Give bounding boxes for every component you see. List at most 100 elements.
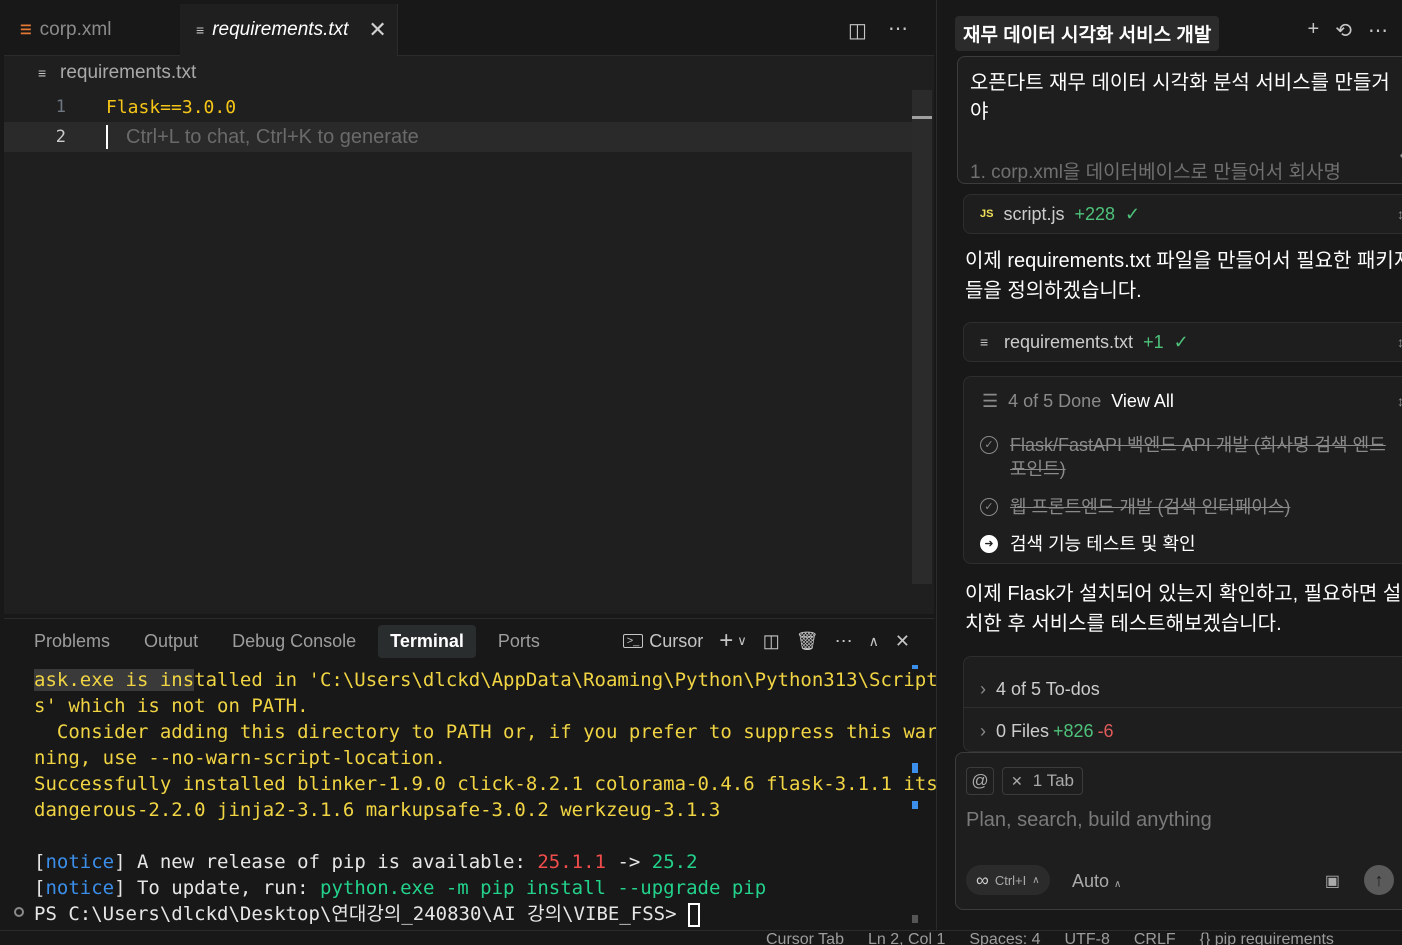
file-name: script.js (1003, 203, 1065, 224)
terminal-profile-label: Cursor (649, 630, 704, 651)
line-number: 1 (55, 97, 66, 117)
terminal-profile[interactable]: >_ Cursor (622, 630, 704, 652)
todo-header: ☰ 4 of 5 Done View All (982, 391, 1174, 412)
file-edit-card[interactable]: JS script.js +228 ✓ ↕ (963, 194, 1402, 234)
pip-old-version: 25.1.1 (537, 851, 606, 873)
agent-mode-select[interactable]: ∞ Ctrl+I ∧ (966, 865, 1050, 895)
tab-ports[interactable]: Ports (486, 625, 552, 658)
summary-card: › 4 of 5 To-dos › 0 Files +826 -6 (963, 656, 1402, 752)
notice-tag: notice (45, 851, 115, 873)
todo-item-current: ➜ 검색 기능 테스트 및 확인 (980, 532, 1400, 556)
lines-icon: ≡ (196, 22, 205, 38)
expand-icon[interactable]: ↕ (1397, 206, 1402, 222)
breadcrumb[interactable]: ≡ requirements.txt (38, 62, 196, 84)
code-line[interactable]: 1 Flask==3.0.0 (4, 92, 914, 122)
chevron-right-icon: › (980, 679, 986, 699)
check-icon: ✓ (1173, 331, 1189, 352)
close-panel-icon[interactable]: ✕ (895, 631, 910, 652)
image-icon[interactable]: ▣ (1325, 871, 1340, 891)
editor-pane: ☰ corp.xml ≡ requirements.txt ✕ ◫ ⋯ ≡ re… (4, 4, 934, 614)
chevron-up-icon: ∧ (1114, 879, 1122, 890)
status-cursor-tab[interactable]: Cursor Tab (766, 931, 844, 945)
model-select[interactable]: Auto ∧ (1072, 871, 1121, 892)
terminal-icon: >_ (622, 634, 644, 648)
split-terminal-icon[interactable]: ◫ (763, 631, 780, 652)
expand-icon[interactable]: ↕ (1397, 393, 1402, 409)
file-name: requirements.txt (1004, 331, 1134, 352)
chat-title[interactable]: 재무 데이터 시각화 서비스 개발 (955, 16, 1220, 51)
chevron-down-icon[interactable]: ∨ (737, 633, 747, 649)
status-eol[interactable]: CRLF (1134, 931, 1176, 945)
tab-label: requirements.txt (212, 19, 349, 40)
code-area[interactable]: 1 Flask==3.0.0 2 Ctrl+L to chat, Ctrl+K … (4, 92, 914, 152)
todos-summary: 4 of 5 To-dos (996, 679, 1100, 699)
checklist-icon: ☰ (982, 391, 999, 411)
more-actions-icon[interactable]: ⋯ (888, 16, 908, 41)
user-message[interactable]: 오픈다트 재무 데이터 시각화 분석 서비스를 만들거야 1. corp.xml… (957, 56, 1402, 184)
tab-debug-console[interactable]: Debug Console (220, 625, 368, 658)
status-position[interactable]: Ln 2, Col 1 (868, 931, 945, 945)
terminal-cursor (687, 902, 700, 927)
rss-icon: ☰ (20, 22, 32, 37)
panel-toolbar: >_ Cursor + ∨ ◫ 🗑 ⋯ ∧ ✕ (622, 627, 910, 655)
close-icon[interactable]: ✕ (368, 17, 386, 43)
chevron-right-icon: › (980, 721, 986, 741)
todo-progress: 4 of 5 Done (1008, 391, 1102, 411)
split-editor-icon[interactable]: ◫ (848, 18, 867, 43)
check-circle-icon: ✓ (980, 436, 998, 454)
maximize-panel-icon[interactable]: ∧ (869, 633, 879, 650)
panel-tabs: Problems Output Debug Console Terminal P… (22, 625, 552, 658)
status-encoding[interactable]: UTF-8 (1065, 931, 1110, 945)
chat-input[interactable]: Plan, search, build anything (966, 809, 1212, 832)
tab-output[interactable]: Output (132, 625, 210, 658)
bottom-panel: Problems Output Debug Console Terminal P… (4, 618, 938, 945)
editor-scrollbar[interactable] (912, 90, 932, 584)
tab-requirements-txt[interactable]: ≡ requirements.txt ✕ (180, 4, 398, 56)
todo-item: ✓ Flask/FastAPI 백엔드 API 개발 (회사명 검색 엔드포인트… (980, 433, 1400, 481)
code-line-current[interactable]: 2 Ctrl+L to chat, Ctrl+K to generate (4, 122, 914, 152)
code-text[interactable]: Flask==3.0.0 (76, 97, 236, 118)
lines-icon: ≡ (980, 334, 989, 350)
add-context-button[interactable]: @ (966, 767, 994, 795)
files-summary-row[interactable]: › 0 Files +826 -6 (980, 721, 1114, 742)
assistant-message: 이제 requirements.txt 파일을 만들어서 필요한 패키지들을 정… (965, 250, 1402, 302)
status-language[interactable]: {} pip requirements (1200, 931, 1334, 945)
close-icon[interactable]: ✕ (1011, 773, 1023, 790)
diff-removed: -6 (1097, 721, 1114, 741)
more-actions-icon[interactable]: ⋯ (835, 631, 853, 652)
tab-terminal[interactable]: Terminal (378, 625, 476, 658)
diff-added: +826 (1053, 721, 1094, 741)
files-summary: 0 Files (996, 721, 1050, 741)
tab-problems[interactable]: Problems (22, 625, 122, 658)
history-icon[interactable]: ⟲ (1335, 18, 1352, 43)
new-chat-icon[interactable]: + (1308, 18, 1320, 43)
todo-text: 웹 프론트엔드 개발 (검색 인터페이스) (1010, 497, 1291, 517)
scrollbar-cursor-mark (912, 116, 932, 119)
scroll-marker (912, 763, 918, 773)
trash-icon[interactable]: 🗑 (796, 631, 819, 652)
new-terminal-icon[interactable]: + (719, 627, 733, 655)
context-chip-tab[interactable]: ✕ 1 Tab (1002, 767, 1084, 795)
model-label: Auto (1072, 871, 1110, 891)
send-button[interactable]: ↑ (1364, 865, 1394, 895)
terminal-line: talled in 'C:\Users\dlckd\AppData\Roamin… (194, 669, 938, 691)
file-edit-card[interactable]: ≡ requirements.txt +1 ✓ ↕ (963, 322, 1402, 362)
tab-label: corp.xml (39, 19, 112, 40)
breadcrumb-file[interactable]: requirements.txt (60, 62, 196, 84)
chat-composer[interactable]: @ ✕ 1 Tab Plan, search, build anything ∞… (955, 752, 1402, 910)
javascript-icon: JS (980, 208, 994, 220)
chevron-up-icon: ∧ (1032, 874, 1040, 886)
mode-shortcut: Ctrl+I (994, 872, 1027, 888)
user-message-text: 오픈다트 재무 데이터 시각화 분석 서비스를 만들거야 (970, 72, 1390, 123)
terminal-line: Successfully installed blinker-1.9.0 cli… (34, 773, 938, 795)
status-indentation[interactable]: Spaces: 4 (969, 931, 1040, 945)
line-number: 2 (55, 127, 66, 147)
tab-corp-xml[interactable]: ☰ corp.xml (4, 4, 168, 56)
expand-icon[interactable]: ↕ (1397, 334, 1402, 350)
check-icon: ✓ (1125, 203, 1141, 224)
terminal-line: To update, run: (125, 877, 321, 899)
todos-summary-row[interactable]: › 4 of 5 To-dos (980, 679, 1100, 700)
view-all-link[interactable]: View All (1111, 391, 1174, 412)
more-actions-icon[interactable]: ⋯ (1368, 18, 1388, 43)
terminal-output[interactable]: ask.exe is installed in 'C:\Users\dlckd\… (34, 667, 938, 927)
